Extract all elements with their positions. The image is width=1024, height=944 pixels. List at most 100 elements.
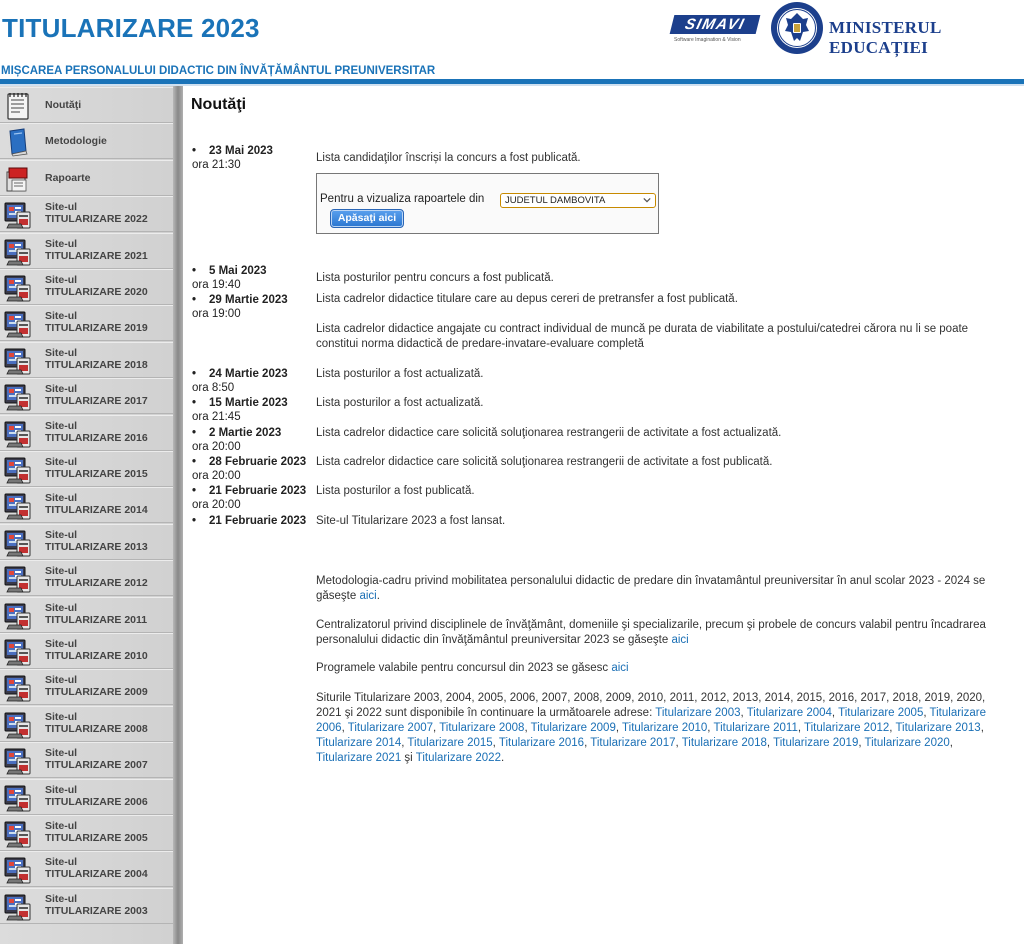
sidebar-item-titularizare-2016[interactable]: Site-ul TITULARIZARE 2016 (0, 414, 173, 451)
sidebar-item-titularizare-2017[interactable]: Site-ul TITULARIZARE 2017 (0, 378, 173, 415)
sidebar-item-titularizare-2020[interactable]: Site-ul TITULARIZARE 2020 (0, 269, 173, 305)
sidebar-item-label-line2: TITULARIZARE 2012 (45, 577, 148, 590)
site-title[interactable]: TITULARIZARE 2023 (2, 13, 260, 44)
archive-site-link[interactable]: Titularizare 2010 (622, 722, 707, 734)
romania-government-seal-icon (771, 2, 823, 54)
sidebar-item-titularizare-2019[interactable]: Site-ul TITULARIZARE 2019 (0, 305, 173, 342)
news-time: ora 20:00 (192, 499, 241, 511)
chevron-down-icon (643, 197, 651, 203)
sidebar-item-titularizare-2021[interactable]: Site-ul TITULARIZARE 2021 (0, 232, 173, 269)
monitor-icon (4, 603, 31, 630)
sidebar-item-label-line1: Site-ul (45, 237, 78, 250)
archive-site-link[interactable]: Titularizare 2021 (316, 752, 401, 764)
news-text: Lista cadrelor didactice care solicită s… (316, 456, 773, 468)
archive-site-link[interactable]: Titularizare 2007 (348, 722, 433, 734)
monitor-icon (4, 748, 31, 775)
page-title: Noutăţi (191, 96, 247, 113)
sidebar-item-titularizare-2011[interactable]: Site-ul TITULARIZARE 2011 (0, 596, 173, 633)
news-date-block: 28 Februarie 2023 ora 20:00 (192, 455, 306, 483)
news-date-block: 29 Martie 2023 ora 19:00 (192, 293, 288, 321)
page-header: TITULARIZARE 2023 MIȘCAREA PERSONALULUI … (0, 0, 1024, 86)
sidebar-item-label-line1: Site-ul (45, 638, 78, 650)
centralizator-link[interactable]: aici (671, 634, 688, 646)
archive-site-link[interactable]: Titularizare 2022 (416, 752, 501, 764)
news-date: 23 Mai 2023 (192, 144, 273, 158)
monitor-icon (4, 384, 31, 411)
sidebar-item-titularizare-2012[interactable]: Site-ul TITULARIZARE 2012 (0, 560, 173, 597)
sidebar-item-label: Site-ul TITULARIZARE 2009 (45, 674, 148, 698)
sidebar-item-titularizare-2013[interactable]: Site-ul TITULARIZARE 2013 (0, 523, 173, 560)
monitor-icon (4, 785, 31, 812)
archive-site-link[interactable]: Titularizare 2008 (439, 722, 524, 734)
archive-site-link[interactable]: Titularizare 2005 (838, 707, 923, 719)
monitor-icon (4, 894, 31, 921)
sidebar-item-label: Site-ul TITULARIZARE 2004 (45, 856, 148, 880)
news-time: ora 19:40 (192, 279, 241, 291)
sidebar-item-titularizare-2008[interactable]: Site-ul TITULARIZARE 2008 (0, 705, 173, 742)
archive-site-link[interactable]: Titularizare 2018 (682, 737, 767, 749)
view-reports-button[interactable]: Apăsaţi aici (330, 209, 404, 228)
archive-site-link[interactable]: Titularizare 2012 (804, 722, 889, 734)
news-text: Lista cadrelor didactice care solicită s… (316, 427, 782, 439)
programe-link[interactable]: aici (611, 662, 628, 674)
sidebar-item-label-line1: Site-ul (45, 747, 78, 760)
sidebar-item-rapoarte[interactable]: Rapoarte (0, 159, 173, 196)
sidebar-item-titularizare-2022[interactable]: Site-ul TITULARIZARE 2022 (0, 196, 173, 233)
sidebar-item-titularizare-2010[interactable]: Site-ul TITULARIZARE 2010 (0, 633, 173, 669)
sidebar-item-label-line2: TITULARIZARE 2013 (45, 540, 148, 553)
sidebar-item-label: Site-ul TITULARIZARE 2010 (45, 638, 148, 662)
report-icon (6, 167, 28, 192)
methodology-link[interactable]: aici (359, 590, 376, 602)
archive-site-link[interactable]: Titularizare 2017 (590, 737, 675, 749)
sidebar-item-titularizare-2018[interactable]: Site-ul TITULARIZARE 2018 (0, 341, 173, 378)
simavi-logo[interactable]: SIMAVI Software Imagination & Vision (669, 15, 761, 45)
sidebar-item-titularizare-2006[interactable]: Site-ul TITULARIZARE 2006 (0, 778, 173, 815)
sidebar-item-metodologie[interactable]: Metodologie (0, 123, 173, 160)
methodology-text: Metodologia-cadru privind mobilitatea pe… (316, 575, 986, 602)
sidebar-item-label: Site-ul TITULARIZARE 2018 (45, 347, 148, 371)
sidebar-item-titularizare-2009[interactable]: Site-ul TITULARIZARE 2009 (0, 669, 173, 706)
report-selector-label: Pentru a vizualiza rapoartele din (320, 193, 485, 205)
sidebar-item-nout-i[interactable]: Noutăţi (0, 87, 173, 123)
monitor-icon (4, 821, 31, 848)
news-text: Site-ul Titularizare 2023 a fost lansat. (316, 515, 506, 527)
monitor-icon (4, 311, 31, 338)
archive-site-link[interactable]: Titularizare 2019 (773, 737, 858, 749)
news-time: ora 19:00 (192, 308, 241, 320)
sidebar-item-label-line1: Site-ul (45, 274, 78, 286)
sidebar-item-titularizare-2014[interactable]: Site-ul TITULARIZARE 2014 (0, 487, 173, 524)
news-text: Lista posturilor a fost publicată. (316, 485, 475, 497)
archive-site-link[interactable]: Titularizare 2003 (655, 707, 740, 719)
news-text: Lista cadrelor didactice titulare care a… (316, 293, 738, 305)
monitor-icon (4, 275, 31, 302)
archive-site-link[interactable]: Titularizare 2014 (316, 737, 401, 749)
sidebar-item-label: Site-ul TITULARIZARE 2020 (45, 274, 148, 298)
link-separator: , (949, 737, 953, 749)
sidebar-item-label-line1: Site-ul (45, 601, 78, 614)
sidebar-item-label-line2: TITULARIZARE 2009 (45, 686, 148, 699)
sidebar-item-label: Site-ul TITULARIZARE 2021 (45, 238, 148, 262)
sidebar-item-titularizare-2005[interactable]: Site-ul TITULARIZARE 2005 (0, 815, 173, 851)
news-text: Lista candidaţilor înscriși la concurs a… (316, 152, 581, 164)
sidebar-item-label-line2: TITULARIZARE 2018 (45, 358, 148, 371)
sidebar-item-label: Site-ul TITULARIZARE 2007 (45, 747, 148, 771)
sidebar-item-titularizare-2003[interactable]: Site-ul TITULARIZARE 2003 (0, 887, 173, 924)
archive-site-link[interactable]: Titularizare 2004 (747, 707, 832, 719)
sidebar-item-titularizare-2015[interactable]: Site-ul TITULARIZARE 2015 (0, 451, 173, 487)
sidebar-item-titularizare-2007[interactable]: Site-ul TITULARIZARE 2007 (0, 742, 173, 779)
sidebar-item-label: Site-ul TITULARIZARE 2014 (45, 492, 148, 516)
simavi-wordmark: SIMAVI (669, 15, 761, 34)
news-date-block: 24 Martie 2023 ora 8:50 (192, 367, 288, 395)
archive-site-link[interactable]: Titularizare 2016 (499, 737, 584, 749)
sidebar-item-label: Site-ul TITULARIZARE 2005 (45, 820, 148, 844)
archive-site-link[interactable]: Titularizare 2015 (407, 737, 492, 749)
site-subtitle: MIȘCAREA PERSONALULUI DIDACTIC DIN ÎNVĂȚ… (1, 65, 436, 77)
archive-site-link[interactable]: Titularizare 2013 (895, 722, 980, 734)
monitor-icon (4, 712, 31, 739)
county-select[interactable]: JUDETUL DAMBOVITA (500, 193, 656, 208)
archive-site-link[interactable]: Titularizare 2011 (713, 722, 797, 734)
archive-site-link[interactable]: Titularizare 2009 (531, 722, 616, 734)
sidebar-item-titularizare-2004[interactable]: Site-ul TITULARIZARE 2004 (0, 851, 173, 888)
sidebar-item-label: Site-ul TITULARIZARE 2008 (45, 711, 148, 735)
archive-site-link[interactable]: Titularizare 2020 (865, 737, 950, 749)
